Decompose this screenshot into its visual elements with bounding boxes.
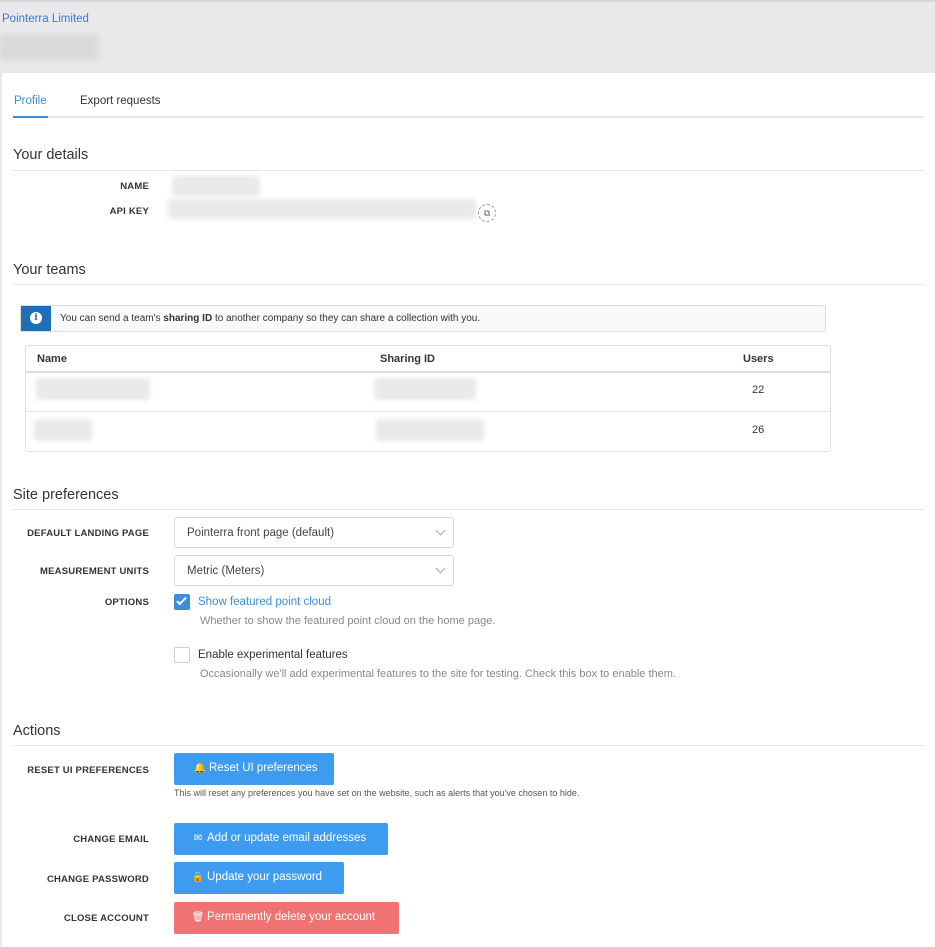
column-header-sharing-id: Sharing ID <box>380 353 436 365</box>
envelope-icon: ✉ <box>193 833 203 844</box>
section-title-details: Your details <box>13 147 89 163</box>
profile-panel: Profile Export requests Your details NAM… <box>2 73 935 947</box>
chevron-down-icon <box>435 525 446 536</box>
measurement-units-select[interactable]: Metric (Meters) <box>174 555 454 586</box>
section-divider <box>13 284 924 285</box>
active-tab-indicator <box>13 116 48 118</box>
measurement-units-value: Metric (Meters) <box>187 565 265 577</box>
landing-page-label: DEFAULT LANDING PAGE <box>27 528 149 539</box>
team-users-count: 22 <box>752 384 765 396</box>
api-key-label: API KEY <box>109 206 149 217</box>
check-icon <box>176 594 187 606</box>
chevron-down-icon <box>435 563 446 574</box>
info-icon: i <box>30 312 42 324</box>
change-email-button[interactable]: ✉ Add or update email addresses <box>174 823 388 855</box>
sharing-info-alert: i You can send a team's sharing ID to an… <box>20 305 826 332</box>
close-account-label: CLOSE ACCOUNT <box>63 913 149 924</box>
reset-ui-label: RESET UI PREFERENCES <box>27 765 149 776</box>
sharing-info-text: You can send a team's sharing ID to anot… <box>60 313 481 324</box>
featured-cloud-checkbox[interactable] <box>174 594 190 610</box>
landing-page-select[interactable]: Pointerra front page (default) <box>174 517 454 548</box>
section-divider <box>13 745 924 746</box>
info-icon-container: i <box>21 306 51 331</box>
top-header: Pointerra Limited <box>0 0 935 73</box>
tab-export-requests[interactable]: Export requests <box>80 95 161 107</box>
team-users-count: 26 <box>752 424 765 436</box>
team-name-redacted <box>36 378 150 400</box>
name-value-redacted <box>172 176 260 196</box>
table-header-divider <box>26 371 830 373</box>
experimental-features-label[interactable]: Enable experimental features <box>198 649 348 661</box>
section-divider <box>13 509 924 510</box>
change-email-button-label: Add or update email addresses <box>207 832 367 844</box>
sharing-id-redacted <box>374 378 476 400</box>
trash-icon: 🗑 <box>191 912 205 923</box>
name-label: NAME <box>120 181 149 192</box>
featured-cloud-description: Whether to show the featured point cloud… <box>200 615 496 627</box>
section-title-actions: Actions <box>13 723 61 739</box>
change-password-button[interactable]: 🔒 Update your password <box>174 862 344 894</box>
change-password-button-label: Update your password <box>207 871 323 883</box>
reset-ui-help-text: This will reset any preferences you have… <box>174 788 580 798</box>
teams-table: Name Sharing ID Users 22 26 <box>25 345 831 452</box>
bell-icon: 🔔 <box>193 763 207 774</box>
sharing-id-redacted <box>376 419 484 441</box>
section-title-preferences: Site preferences <box>13 487 119 503</box>
tab-profile[interactable]: Profile <box>14 95 47 107</box>
measurement-units-label: MEASUREMENT UNITS <box>40 566 149 577</box>
copy-icon[interactable]: ⧉ <box>478 204 496 222</box>
api-key-value-redacted <box>168 199 476 219</box>
options-label: OPTIONS <box>104 597 149 608</box>
tab-bar: Profile Export requests <box>13 91 924 118</box>
reset-ui-button[interactable]: 🔔 Reset UI preferences <box>174 753 334 785</box>
experimental-features-description: Occasionally we'll add experimental feat… <box>200 668 676 680</box>
column-header-name: Name <box>37 353 67 365</box>
delete-account-button[interactable]: 🗑 Permanently delete your account <box>174 902 399 934</box>
reset-ui-button-label: Reset UI preferences <box>209 762 318 774</box>
change-password-label: CHANGE PASSWORD <box>46 874 149 885</box>
team-name-redacted <box>34 419 92 441</box>
section-title-teams: Your teams <box>13 262 86 278</box>
column-header-users: Users <box>743 353 774 365</box>
experimental-features-checkbox[interactable] <box>174 647 190 663</box>
delete-account-button-label: Permanently delete your account <box>207 911 376 923</box>
change-email-label: CHANGE EMAIL <box>73 834 149 845</box>
landing-page-value: Pointerra front page (default) <box>187 527 335 539</box>
lock-icon: 🔒 <box>191 872 205 883</box>
featured-cloud-label[interactable]: Show featured point cloud <box>198 596 331 608</box>
row-divider <box>26 411 830 412</box>
section-divider <box>13 170 924 171</box>
user-name-redacted <box>0 34 98 60</box>
company-link[interactable]: Pointerra Limited <box>2 13 89 25</box>
